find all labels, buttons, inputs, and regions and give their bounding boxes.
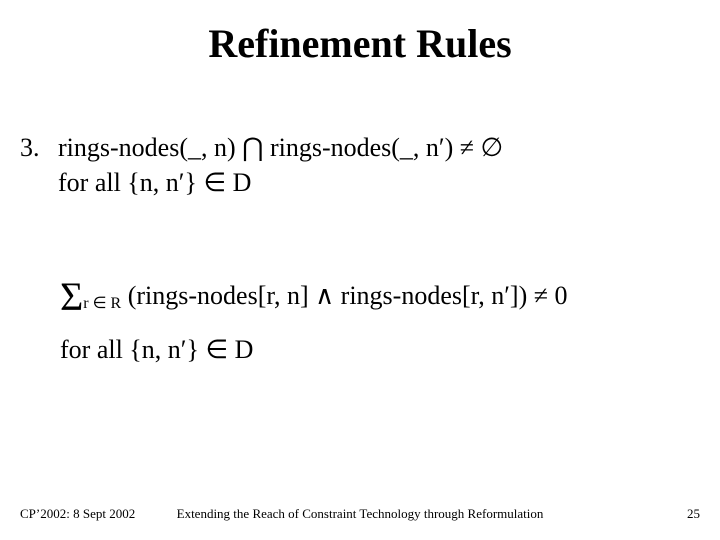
slide-footer: CP’2002: 8 Sept 2002 Extending the Reach… [20,506,700,522]
summation-line: Σr ∈ R (rings-nodes[r, n] ∧ rings-nodes[… [60,270,700,324]
footer-left: CP’2002: 8 Sept 2002 [20,506,135,522]
rule-number: 3. [20,130,58,165]
slide-title: Refinement Rules [0,20,720,67]
slide-body: 3. rings-nodes(_, n) ⋂ rings-nodes(_, n′… [20,130,700,367]
sigma-subscript: r ∈ R [83,295,121,312]
rule-item: 3. rings-nodes(_, n) ⋂ rings-nodes(_, n′… [20,130,700,200]
sigma-symbol: Σ [60,274,83,319]
footer-right: 25 [687,506,700,522]
summation-condition: for all {n, n′} ∈ D [60,332,700,367]
summation-expression: (rings-nodes[r, n] ∧ rings-nodes[r, n′])… [121,281,567,310]
rule-content: rings-nodes(_, n) ⋂ rings-nodes(_, n′) ≠… [58,130,700,200]
summation-block: Σr ∈ R (rings-nodes[r, n] ∧ rings-nodes[… [60,270,700,367]
rule-line-2: for all {n, n′} ∈ D [58,165,700,200]
rule-line-1: rings-nodes(_, n) ⋂ rings-nodes(_, n′) ≠… [58,130,700,165]
